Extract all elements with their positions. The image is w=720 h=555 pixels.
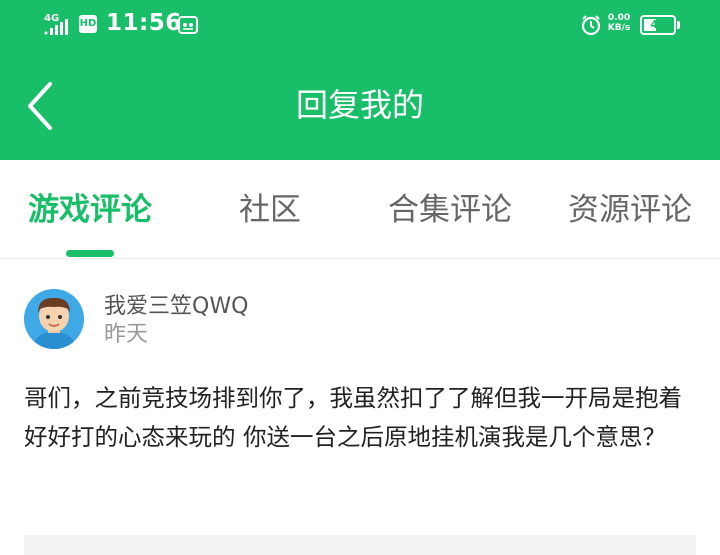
status-bar: 4G HD 11:56 0.00 KB/s 42 (0, 0, 720, 52)
tab-game-reviews[interactable]: 游戏评论 (10, 188, 170, 232)
reply-item[interactable]: 我爱三笠QWQ 昨天 哥们，之前竞技场排到你了，我虽然扣了了解但我一开局是抱着好… (0, 259, 720, 555)
tab-community[interactable]: 社区 (190, 188, 350, 232)
active-tab-indicator (66, 250, 114, 257)
avatar[interactable] (24, 289, 84, 349)
post-time: 昨天 (104, 322, 149, 347)
app-notification-icon (178, 16, 198, 34)
username[interactable]: 我爱三笠QWQ (104, 293, 248, 321)
battery-icon: 42 (640, 15, 676, 35)
tab-collection-reviews[interactable]: 合集评论 (370, 188, 530, 232)
battery-tip (677, 21, 680, 29)
network-speed: 0.00 KB/s (607, 13, 631, 33)
reply-content[interactable]: 哥们，之前竞技场排到你了，我虽然扣了了解但我一开局是抱着好好打的心态来玩的 你送… (24, 379, 696, 457)
title-bar: 回复我的 (0, 52, 720, 160)
network-type: 4G (44, 13, 59, 24)
tab-resource-reviews[interactable]: 资源评论 (550, 188, 710, 232)
quoted-content-box[interactable] (24, 535, 696, 555)
signal-icon: 4G (44, 13, 68, 35)
clock: 11:56 (106, 10, 182, 36)
alarm-icon (581, 15, 601, 36)
page-title: 回复我的 (295, 86, 424, 124)
hd-badge: HD (79, 15, 97, 33)
tab-bar: 游戏评论 社区 合集评论 资源评论 (0, 160, 720, 259)
battery-level: 42 (650, 18, 666, 31)
avatar-image (24, 289, 84, 349)
